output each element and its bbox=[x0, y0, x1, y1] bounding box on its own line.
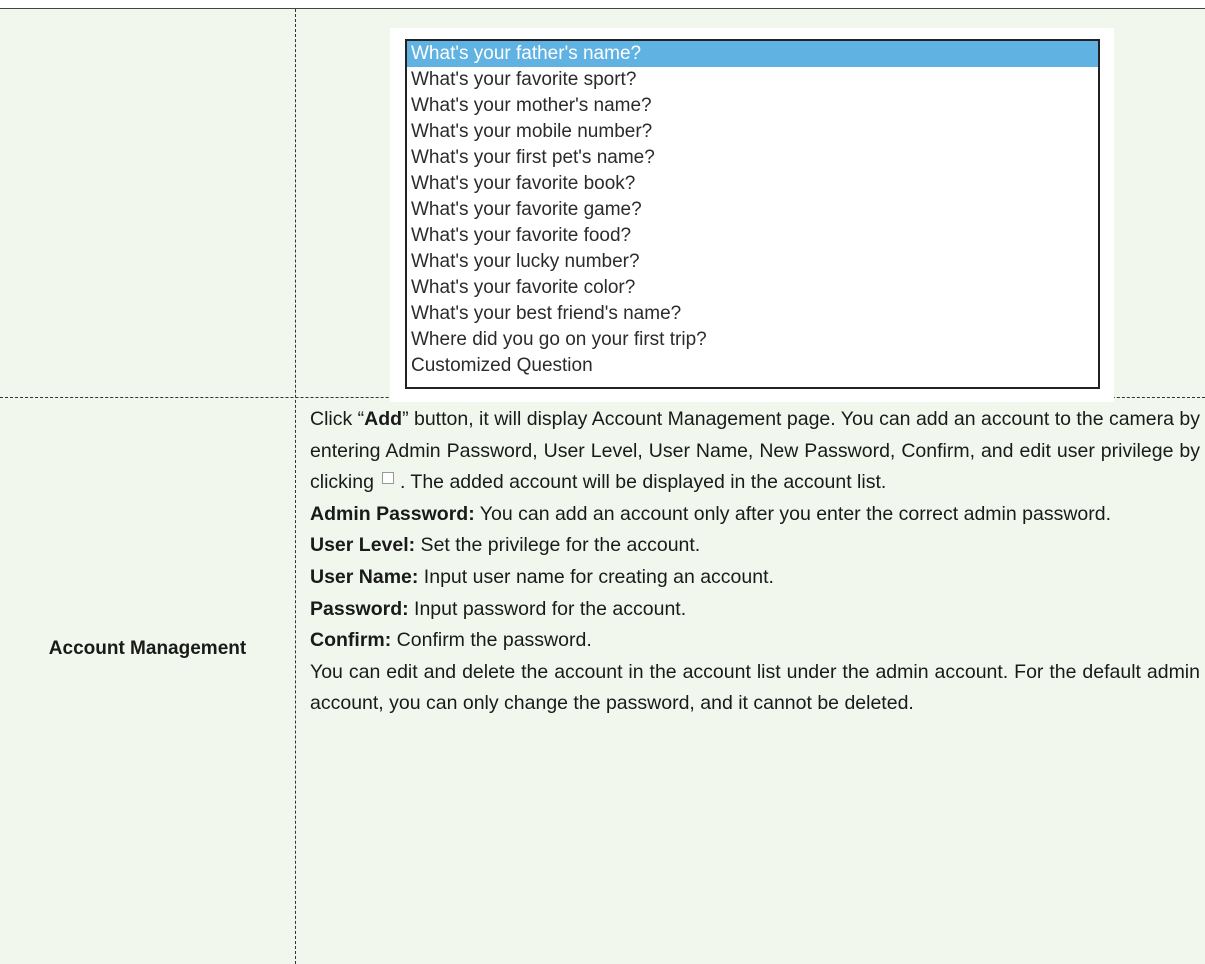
security-question-option[interactable]: What's your favorite game? bbox=[407, 197, 1098, 223]
field-description: User Name: Input user name for creating … bbox=[310, 562, 1200, 594]
security-question-option[interactable]: What's your best friend's name? bbox=[407, 301, 1098, 327]
security-question-option[interactable]: What's your favorite sport? bbox=[407, 67, 1098, 93]
document-page: What's your father's name? What's your f… bbox=[0, 0, 1205, 964]
security-question-option[interactable]: What's your lucky number? bbox=[407, 249, 1098, 275]
security-question-option[interactable]: What's your mother's name? bbox=[407, 93, 1098, 119]
security-question-option[interactable]: What's your favorite color? bbox=[407, 275, 1098, 301]
field-desc: Confirm the password. bbox=[391, 629, 592, 652]
security-question-option[interactable]: Customized Question bbox=[407, 353, 1098, 379]
field-desc: Set the privilege for the account. bbox=[415, 534, 701, 557]
field-description: User Level: Set the privilege for the ac… bbox=[310, 530, 1200, 562]
column-divider bbox=[295, 9, 296, 964]
security-question-listbox[interactable]: What's your father's name? What's your f… bbox=[405, 39, 1100, 389]
security-question-option[interactable]: What's your favorite book? bbox=[407, 171, 1098, 197]
account-management-description: Click “Add” button, it will display Acco… bbox=[310, 404, 1200, 720]
add-keyword: Add bbox=[364, 408, 403, 430]
field-term: Password: bbox=[310, 597, 409, 620]
edit-privilege-icon bbox=[381, 472, 394, 485]
field-description: Confirm: Confirm the password. bbox=[310, 625, 1200, 657]
security-question-option[interactable]: What's your father's name? bbox=[407, 41, 1098, 67]
intro-text: . The added account will be displayed in… bbox=[399, 471, 887, 494]
table-top-border bbox=[0, 8, 1205, 9]
field-desc: Input user name for creating an account. bbox=[418, 565, 774, 588]
field-term: Confirm: bbox=[310, 629, 392, 652]
field-description: Password: Input password for the account… bbox=[310, 594, 1200, 626]
field-desc: Input password for the account. bbox=[408, 597, 687, 620]
security-question-option[interactable]: Where did you go on your first trip? bbox=[407, 327, 1098, 353]
field-term: User Name: bbox=[310, 565, 419, 588]
intro-paragraph: Click “Add” button, it will display Acco… bbox=[310, 404, 1200, 499]
intro-text: Click “ bbox=[310, 408, 365, 430]
security-question-option[interactable]: What's your first pet's name? bbox=[407, 145, 1098, 171]
footer-paragraph: You can edit and delete the account in t… bbox=[310, 660, 1200, 715]
field-desc: You can add an account only after you en… bbox=[474, 502, 1112, 525]
security-question-option[interactable]: What's your favorite food? bbox=[407, 223, 1098, 249]
field-term: User Level: bbox=[310, 534, 416, 557]
field-term: Admin Password: bbox=[310, 502, 475, 525]
field-description: Admin Password: You can add an account o… bbox=[310, 499, 1200, 531]
security-question-option[interactable]: What's your mobile number? bbox=[407, 119, 1098, 145]
account-management-label: Account Management bbox=[48, 638, 247, 659]
